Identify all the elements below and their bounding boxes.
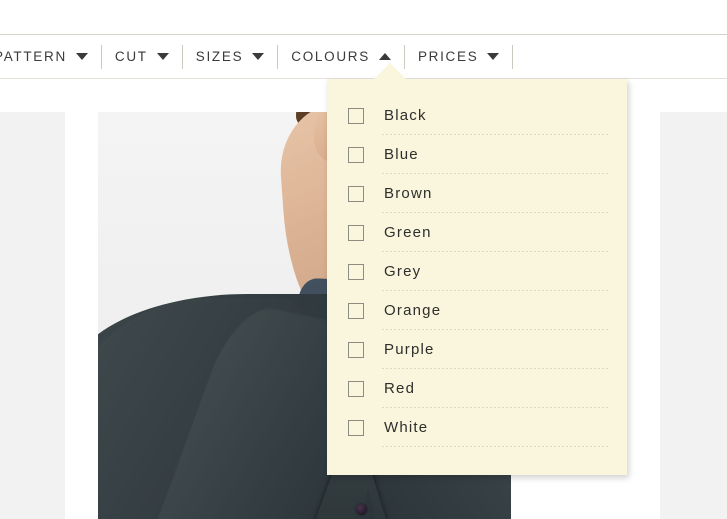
colour-option-blue[interactable]: Blue xyxy=(327,135,627,174)
colour-option-brown[interactable]: Brown xyxy=(327,174,627,213)
colour-option-label: Grey xyxy=(384,263,422,280)
checkbox-icon[interactable] xyxy=(348,146,364,163)
filter-label-colours: COLOURS xyxy=(291,49,370,64)
filter-label-prices: PRICES xyxy=(417,49,479,64)
colour-option-green[interactable]: Green xyxy=(327,213,627,252)
chevron-down-icon xyxy=(156,53,169,60)
checkbox-icon[interactable] xyxy=(348,380,364,397)
colour-option-red[interactable]: Red xyxy=(327,369,627,408)
colour-option-label: Green xyxy=(384,224,432,241)
product-tile-partial-right[interactable] xyxy=(660,112,727,519)
chevron-up-icon xyxy=(378,53,391,60)
colour-option-grey[interactable]: Grey xyxy=(327,252,627,291)
colour-option-label: Red xyxy=(384,380,416,397)
jacket-button xyxy=(356,504,367,515)
checkbox-icon[interactable] xyxy=(348,107,364,124)
colour-option-label: Brown xyxy=(384,185,433,202)
checkbox-icon[interactable] xyxy=(348,185,364,202)
colour-option-label: Purple xyxy=(384,341,435,358)
colour-option-white[interactable]: White xyxy=(327,408,627,447)
colour-option-label: White xyxy=(384,419,429,436)
colour-option-orange[interactable]: Orange xyxy=(327,291,627,330)
filter-bar: PATTERN CUT SIZES COLOURS PRICES xyxy=(0,35,727,78)
checkbox-icon[interactable] xyxy=(348,341,364,358)
chevron-down-icon xyxy=(75,53,88,60)
colour-option-label: Blue xyxy=(384,146,419,163)
chevron-down-icon xyxy=(487,53,500,60)
filter-divider xyxy=(512,44,514,69)
checkbox-icon[interactable] xyxy=(348,302,364,319)
checkbox-icon[interactable] xyxy=(348,263,364,280)
filter-item-cut[interactable]: CUT xyxy=(102,35,182,78)
filter-label-sizes: SIZES xyxy=(195,49,244,64)
filter-item-sizes[interactable]: SIZES xyxy=(183,35,278,78)
filter-label-pattern: PATTERN xyxy=(0,49,67,64)
colour-option-purple[interactable]: Purple xyxy=(327,330,627,369)
chevron-down-icon xyxy=(252,53,265,60)
page-header-strip xyxy=(0,0,727,34)
checkbox-icon[interactable] xyxy=(348,419,364,436)
colour-option-black[interactable]: Black xyxy=(327,96,627,135)
filter-label-cut: CUT xyxy=(114,49,148,64)
colour-option-label: Orange xyxy=(384,302,442,319)
colour-option-label: Black xyxy=(384,107,427,124)
filter-item-pattern[interactable]: PATTERN xyxy=(0,35,101,78)
filter-item-prices[interactable]: PRICES xyxy=(405,35,512,78)
colours-dropdown-panel: Black Blue Brown Green Grey Orange Purpl… xyxy=(327,79,627,475)
dropdown-pointer-arrow xyxy=(373,63,407,80)
colours-option-list: Black Blue Brown Green Grey Orange Purpl… xyxy=(327,79,627,447)
checkbox-icon[interactable] xyxy=(348,224,364,241)
product-tile-partial-left[interactable] xyxy=(0,112,65,519)
